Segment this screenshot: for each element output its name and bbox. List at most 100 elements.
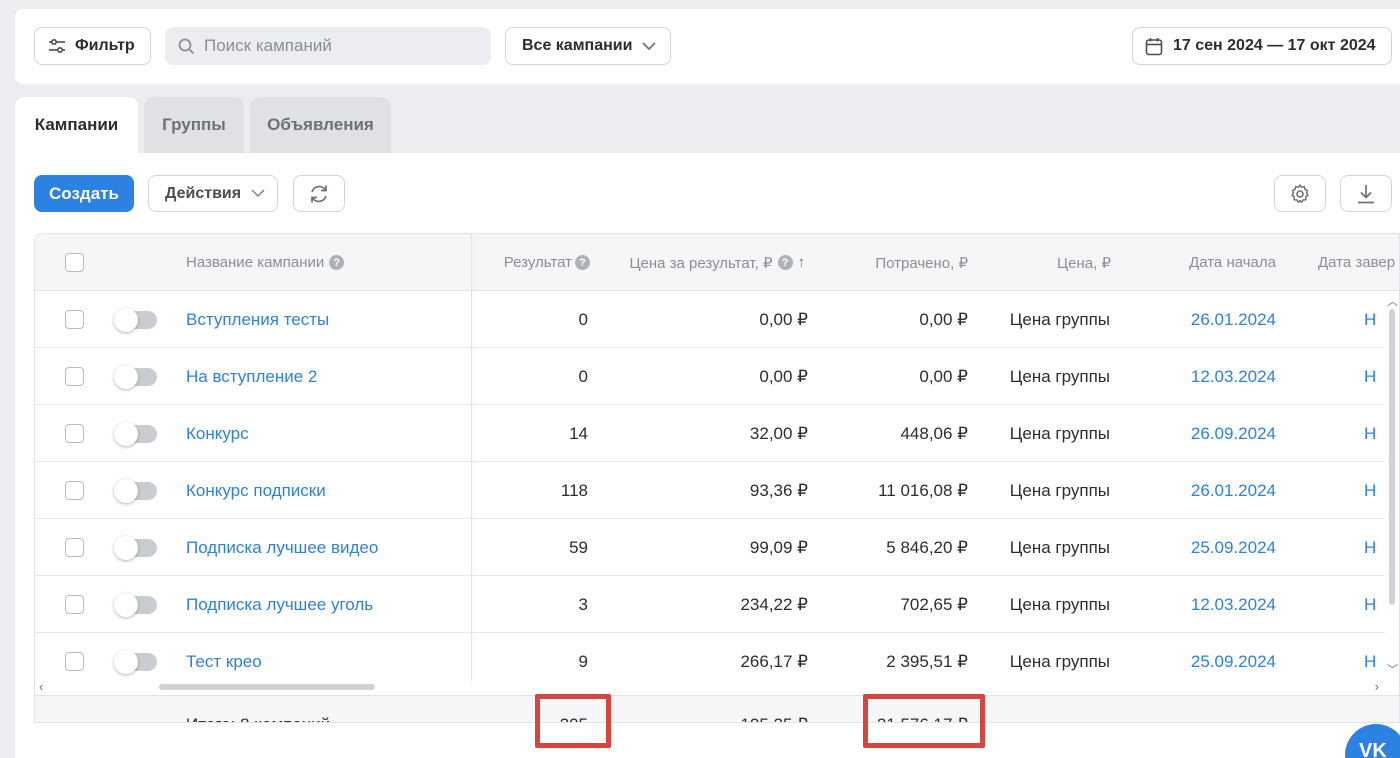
help-icon[interactable]: ? <box>329 255 345 270</box>
cell-end-date[interactable]: Н <box>1364 291 1376 348</box>
header-start-date[interactable]: Дата начала <box>1145 234 1276 291</box>
header-checkbox-cell <box>65 234 84 291</box>
cell-start-date[interactable]: 25.09.2024 <box>1145 519 1276 576</box>
campaign-toggle[interactable] <box>114 364 157 389</box>
header-cost-per-result[interactable]: Цена за результат, ₽ ? ↑ <box>595 234 805 291</box>
sort-asc-icon[interactable]: ↑ <box>798 254 806 271</box>
tab-ads[interactable]: Объявления <box>250 97 391 153</box>
header-spent[interactable]: Потрачено, ₽ <box>825 234 968 291</box>
campaign-name-link[interactable]: На вступление 2 <box>186 348 317 405</box>
vertical-scrollbar[interactable]: ︿ ﹀ <box>1385 291 1399 681</box>
row-toggle-cell <box>114 291 157 348</box>
cell-price: Цена группы <box>1009 309 1110 329</box>
cell-start-date[interactable]: 12.03.2024 <box>1145 348 1276 405</box>
help-icon[interactable]: ? <box>777 255 793 270</box>
row-checkbox[interactable] <box>65 367 84 386</box>
campaign-name-link[interactable]: Конкурс подписки <box>186 462 326 519</box>
row-checkbox-cell <box>65 348 84 405</box>
cell-spent: 702,65 ₽ <box>900 594 968 614</box>
download-button[interactable] <box>1340 175 1392 212</box>
cell-start-date[interactable]: 12.03.2024 <box>1145 576 1276 633</box>
row-checkbox-cell <box>65 462 84 519</box>
cell-end-date[interactable]: Н <box>1364 576 1376 633</box>
row-toggle-cell <box>114 462 157 519</box>
cell-price: Цена группы <box>1009 594 1110 614</box>
row-checkbox[interactable] <box>65 652 84 671</box>
campaigns-table: Название кампании ? Результат ? Цена за … <box>34 233 1400 723</box>
search-input[interactable] <box>204 36 474 56</box>
date-range-picker[interactable]: 17 сен 2024 — 17 окт 2024 <box>1132 27 1392 65</box>
row-checkbox-cell <box>65 291 84 348</box>
campaign-toggle[interactable] <box>114 478 157 503</box>
table-header: Название кампании ? Результат ? Цена за … <box>35 234 1399 291</box>
header-result-label: Результат <box>503 254 572 271</box>
vertical-scroll-thumb[interactable] <box>1389 309 1395 605</box>
row-checkbox-cell <box>65 405 84 462</box>
scroll-up-icon[interactable]: ︿ <box>1387 293 1398 309</box>
cell-spent: 5 846,20 ₽ <box>886 537 968 557</box>
cell-start-date[interactable]: 26.01.2024 <box>1145 291 1276 348</box>
header-price[interactable]: Цена, ₽ <box>995 234 1111 291</box>
scroll-left-icon[interactable]: ‹ <box>39 679 43 694</box>
cell-start-date[interactable]: 26.09.2024 <box>1145 405 1276 462</box>
totals-cost-per-result: 105,25 ₽ <box>595 696 808 723</box>
table-row: Конкурс подписки 118 93,36 ₽ 11 016,08 ₽ Цен… <box>35 462 1399 519</box>
horizontal-scrollbar[interactable]: ‹ › <box>35 679 1399 695</box>
table-row: Конкурс 14 32,00 ₽ 448,06 ₽ Цена группы 26.09… <box>35 405 1399 462</box>
sliders-icon <box>49 38 65 54</box>
cell-end-date[interactable]: Н <box>1364 348 1376 405</box>
cell-result: 3 <box>578 594 588 614</box>
cell-cost-per-result: 0,00 ₽ <box>759 309 808 329</box>
row-checkbox[interactable] <box>65 481 84 500</box>
campaign-name-link[interactable]: Подписка лучшее уголь <box>186 576 373 633</box>
header-result[interactable]: Результат ? <box>475 234 590 291</box>
gear-icon <box>1291 183 1309 203</box>
header-end-date[interactable]: Дата завер <box>1318 234 1395 291</box>
header-name-label: Название кампании <box>186 254 325 271</box>
cell-end-date[interactable]: Н <box>1364 405 1376 462</box>
scroll-right-icon[interactable]: › <box>1375 679 1379 694</box>
campaign-toggle[interactable] <box>114 535 157 560</box>
campaign-toggle[interactable] <box>114 649 157 674</box>
horizontal-scroll-thumb[interactable] <box>159 684 375 690</box>
table-row: Вступления тесты 0 0,00 ₽ 0,00 ₽ Цена группы… <box>35 291 1399 348</box>
cell-price: Цена группы <box>1009 537 1110 557</box>
cell-end-date[interactable]: Н <box>1364 462 1376 519</box>
row-checkbox[interactable] <box>65 595 84 614</box>
cell-end-date[interactable]: Н <box>1364 519 1376 576</box>
create-button[interactable]: Создать <box>34 175 134 212</box>
refresh-icon <box>311 185 327 202</box>
campaign-name-link[interactable]: Вступления тесты <box>186 291 329 348</box>
cell-spent: 0,00 ₽ <box>919 309 968 329</box>
campaign-select[interactable]: Все кампании <box>505 27 671 65</box>
campaign-name-link[interactable]: Конкурс <box>186 405 249 462</box>
select-all-checkbox[interactable] <box>65 253 84 272</box>
campaign-toggle[interactable] <box>114 307 157 332</box>
actions-dropdown[interactable]: Действия <box>148 175 278 212</box>
cell-result: 0 <box>578 366 588 386</box>
calendar-icon <box>1145 37 1163 55</box>
cell-spent: 0,00 ₽ <box>919 366 968 386</box>
row-checkbox[interactable] <box>65 424 84 443</box>
header-cost-label: Цена за результат, ₽ <box>629 254 773 272</box>
cell-result: 59 <box>569 537 588 557</box>
tab-campaigns[interactable]: Кампании <box>15 97 138 153</box>
help-icon[interactable]: ? <box>575 255 590 270</box>
row-checkbox[interactable] <box>65 538 84 557</box>
scroll-down-icon[interactable]: ﹀ <box>1387 661 1398 677</box>
filter-button[interactable]: Фильтр <box>34 27 151 65</box>
filter-label: Фильтр <box>75 37 135 54</box>
cell-result: 14 <box>569 423 588 443</box>
campaign-select-value: Все кампании <box>522 37 633 54</box>
refresh-button[interactable] <box>293 175 345 212</box>
search-box[interactable] <box>165 27 491 65</box>
row-toggle-cell <box>114 405 157 462</box>
table-settings-button[interactable] <box>1274 175 1326 212</box>
tab-groups[interactable]: Группы <box>144 97 244 153</box>
row-checkbox[interactable] <box>65 310 84 329</box>
header-name[interactable]: Название кампании ? <box>186 234 345 291</box>
campaign-toggle[interactable] <box>114 592 157 617</box>
campaign-name-link[interactable]: Подписка лучшее видео <box>186 519 378 576</box>
cell-start-date[interactable]: 26.01.2024 <box>1145 462 1276 519</box>
campaign-toggle[interactable] <box>114 421 157 446</box>
